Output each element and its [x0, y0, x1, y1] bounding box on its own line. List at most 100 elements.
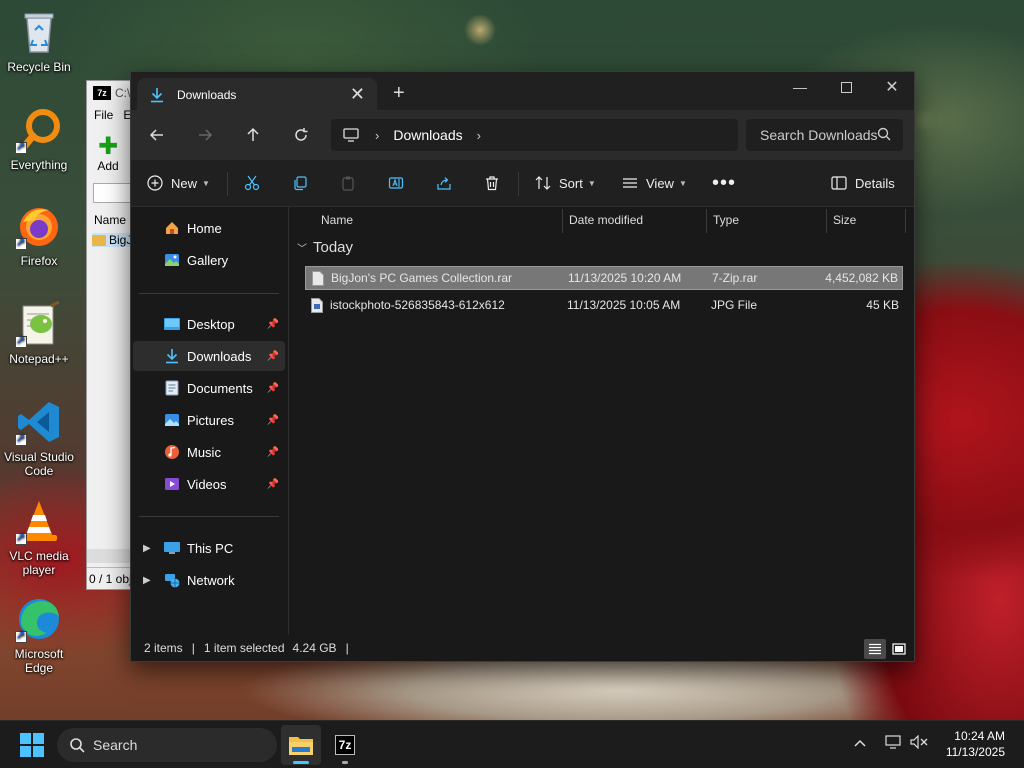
column-divider[interactable]	[905, 209, 906, 233]
command-bar: New ▼ Sort ▼ View ▼ ••• Details	[131, 160, 914, 207]
column-divider[interactable]	[826, 209, 827, 233]
address-field[interactable]: › Downloads ›	[331, 119, 738, 151]
clock-date: 11/13/2025	[945, 745, 1005, 759]
show-hidden-icons-button[interactable]	[854, 735, 866, 750]
pin-icon[interactable]: 📌	[267, 415, 279, 426]
sidebar-item-label: Music	[187, 444, 221, 460]
sidebar-item-home[interactable]: Home	[133, 213, 285, 243]
taskbar-search[interactable]: Search	[57, 728, 277, 762]
sidebar-item-videos[interactable]: Videos 📌	[133, 469, 285, 499]
sidebar-item-pictures[interactable]: Pictures 📌	[133, 405, 285, 435]
address-bar-row: › Downloads › Search Downloads	[131, 110, 914, 160]
display-icon[interactable]	[885, 735, 901, 752]
sidebar-item-music[interactable]: Music 📌	[133, 437, 285, 467]
scissors-icon	[244, 175, 260, 191]
sort-button[interactable]: Sort ▼	[535, 160, 596, 206]
column-header-type[interactable]: Type	[713, 207, 739, 233]
column-header-name[interactable]: Name	[321, 207, 353, 233]
desktop-icon-notepadpp[interactable]: Notepad++	[1, 300, 77, 366]
shortcut-arrow-icon	[15, 236, 27, 250]
desktop-icon-vlc[interactable]: VLC media player	[1, 497, 77, 577]
taskbar-file-explorer[interactable]	[281, 725, 321, 765]
back-button[interactable]	[143, 122, 171, 148]
details-view-button[interactable]	[864, 639, 886, 659]
sidebar-item-label: Pictures	[187, 412, 234, 428]
column-header-size[interactable]: Size	[833, 207, 856, 233]
plus-icon: ✚	[97, 133, 119, 160]
sevenzip-add-button[interactable]: ✚ Add	[93, 133, 123, 174]
pin-icon[interactable]: 📌	[267, 319, 279, 330]
start-button[interactable]	[20, 733, 44, 760]
sidebar-item-label: Gallery	[187, 252, 229, 268]
chevron-right-icon[interactable]: ▶	[143, 575, 151, 586]
desktop-icon-vscode[interactable]: Visual Studio Code	[1, 398, 77, 478]
sidebar-item-downloads[interactable]: Downloads 📌	[133, 341, 285, 371]
forward-button[interactable]	[191, 122, 219, 148]
sevenzip-logo-icon: 7z	[93, 86, 111, 100]
copy-button[interactable]	[292, 160, 308, 206]
sidebar-item-documents[interactable]: Documents 📌	[133, 373, 285, 403]
more-options-button[interactable]: •••	[712, 160, 736, 206]
file-type-cell: 7-Zip.rar	[712, 271, 758, 285]
file-name-cell: istockphoto-526835843-612x612	[311, 294, 505, 316]
maximize-icon	[840, 81, 852, 93]
title-bar[interactable]: Downloads ✕ + — ✕	[131, 72, 915, 112]
desktop-icon-edge[interactable]: Microsoft Edge	[1, 595, 77, 675]
pin-icon[interactable]: 📌	[267, 447, 279, 458]
desktop-icon	[163, 316, 181, 332]
minimize-button[interactable]: —	[777, 72, 823, 102]
taskbar-7zip[interactable]: 7z	[325, 725, 365, 765]
pin-icon[interactable]: 📌	[267, 383, 279, 394]
search-input[interactable]: Search Downloads	[746, 119, 903, 151]
tab-close-icon[interactable]: ✕	[350, 85, 365, 103]
vscode-icon	[15, 398, 63, 446]
notepadpp-icon	[15, 300, 63, 348]
details-pane-button[interactable]: Details	[831, 160, 895, 206]
desktop-icon-recycle-bin[interactable]: Recycle Bin	[1, 8, 77, 74]
file-name: BigJon's PC Games Collection.rar	[331, 271, 513, 285]
breadcrumb-downloads[interactable]: Downloads	[393, 127, 462, 143]
tiles-view-button[interactable]	[888, 639, 910, 659]
maximize-button[interactable]	[823, 72, 869, 102]
column-header-date[interactable]: Date modified	[569, 207, 643, 233]
new-tab-button[interactable]: +	[393, 83, 405, 103]
file-row[interactable]: istockphoto-526835843-612x612 11/13/2025…	[305, 294, 903, 318]
tab-downloads[interactable]: Downloads ✕	[137, 78, 377, 112]
column-divider[interactable]	[562, 209, 563, 233]
pin-icon[interactable]: 📌	[267, 351, 279, 362]
desktop-icon-firefox[interactable]: Firefox	[1, 202, 77, 268]
volume-muted-icon[interactable]	[910, 734, 928, 752]
clock[interactable]: 10:24 AM 11/13/2025	[946, 728, 1005, 760]
pictures-icon	[163, 412, 181, 428]
paste-button[interactable]	[340, 160, 356, 206]
view-button[interactable]: View ▼	[622, 160, 687, 206]
close-window-button[interactable]: ✕	[869, 72, 915, 102]
column-divider[interactable]	[706, 209, 707, 233]
clock-time: 10:24 AM	[954, 729, 1005, 743]
delete-button[interactable]	[484, 160, 500, 206]
desktop-icon-everything[interactable]: Everything	[1, 106, 77, 172]
rename-button[interactable]	[388, 160, 404, 206]
pin-icon[interactable]: 📌	[267, 479, 279, 490]
cut-button[interactable]	[244, 160, 260, 206]
sevenzip-column-name[interactable]: Name	[94, 213, 126, 227]
sevenzip-row-name: BigJ	[109, 233, 133, 247]
status-bar: 2 items | 1 item selected 4.24 GB |	[131, 635, 914, 661]
breadcrumb-chevron-icon[interactable]: ›	[477, 128, 481, 143]
sidebar-item-network[interactable]: ▶ Network	[133, 565, 285, 595]
breadcrumb-chevron-icon[interactable]: ›	[375, 128, 379, 143]
sevenzip-menu-file[interactable]: File	[94, 108, 113, 122]
desktop-icon-label: Firefox	[20, 254, 58, 268]
sidebar-item-this-pc[interactable]: ▶ This PC	[133, 533, 285, 563]
sidebar-item-gallery[interactable]: Gallery	[133, 245, 285, 275]
file-row[interactable]: BigJon's PC Games Collection.rar 11/13/2…	[305, 266, 903, 290]
sidebar-item-desktop[interactable]: Desktop 📌	[133, 309, 285, 339]
up-button[interactable]	[239, 122, 267, 148]
group-header-today[interactable]: ﹀ Today	[297, 239, 353, 256]
refresh-button[interactable]	[287, 122, 315, 148]
new-button[interactable]: New ▼	[147, 160, 210, 206]
share-button[interactable]	[436, 160, 452, 206]
taskbar-search-label: Search	[93, 737, 138, 753]
clipboard-icon	[342, 176, 354, 191]
chevron-right-icon[interactable]: ▶	[143, 543, 151, 554]
